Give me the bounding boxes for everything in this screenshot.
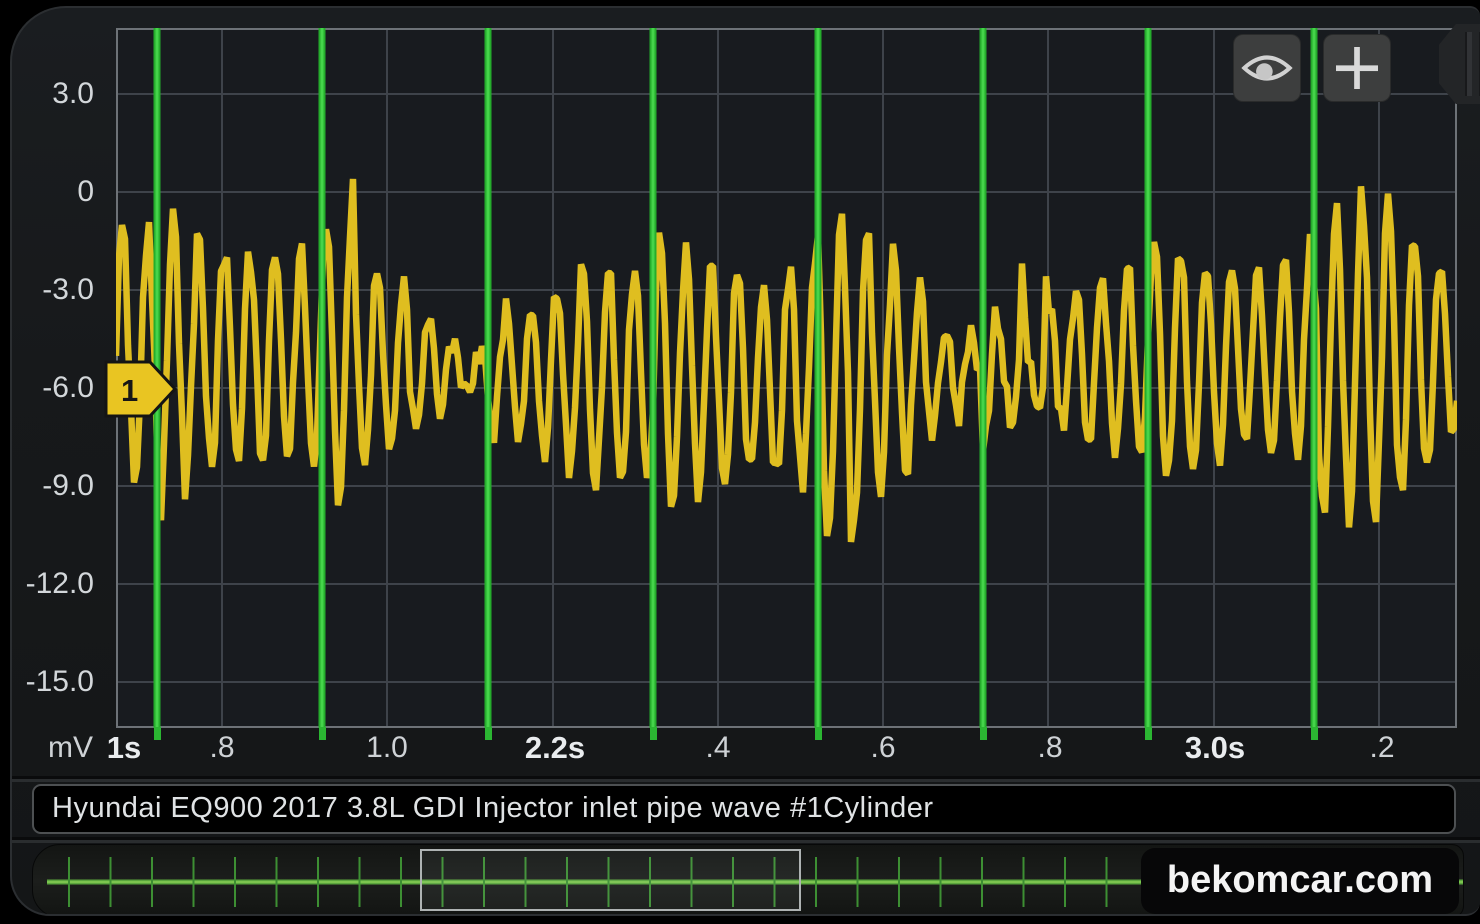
x-tick-label: .6 (870, 726, 895, 770)
oscilloscope-app: 3.0 0 -3.0 -6.0 -9.0 -12.0 -15.0 1s .8 1.0 2.2s .4… (10, 6, 1480, 916)
divider (12, 837, 1480, 840)
y-tick-label: -3.0 (12, 275, 94, 305)
overview-selection-window[interactable] (420, 849, 801, 911)
channel-marker-label: 1 (121, 373, 138, 408)
y-tick-label: -9.0 (12, 471, 94, 501)
eye-icon (1239, 40, 1295, 96)
trigger-tick (980, 727, 987, 740)
add-button[interactable] (1324, 35, 1390, 101)
watermark-label: bekomcar.com (1141, 848, 1459, 914)
y-axis-unit-label: mV (48, 726, 93, 770)
x-tick-label: 2.2s (525, 726, 585, 770)
trigger-tick (650, 727, 657, 740)
x-tick-label: 1.0 (366, 726, 408, 770)
x-tick-label: 1s (107, 726, 141, 770)
plus-icon (1329, 40, 1385, 96)
x-tick-label: .8 (209, 726, 234, 770)
trigger-tick (1311, 727, 1318, 740)
trigger-tick (1145, 727, 1152, 740)
y-tick-label: -12.0 (12, 569, 94, 599)
x-tick-label: 3.0s (1185, 726, 1245, 770)
divider (12, 776, 1480, 779)
y-tick-label: 3.0 (12, 79, 94, 109)
x-tick-label: .8 (1037, 726, 1062, 770)
waveform-title-text: Hyundai EQ900 2017 3.8L GDI Injector inl… (34, 786, 1454, 831)
channel-marker-arrow-icon: 1 (104, 360, 178, 418)
y-tick-label: 0 (12, 177, 94, 207)
y-tick-label: -15.0 (12, 667, 94, 697)
y-tick-label: -6.0 (12, 373, 94, 403)
handle-ridge (1465, 32, 1472, 96)
waveform-plot[interactable] (116, 28, 1457, 728)
trigger-tick (319, 727, 326, 740)
timeline-overview-strip[interactable]: bekomcar.com (32, 844, 1464, 916)
waveform-title-bar[interactable]: Hyundai EQ900 2017 3.8L GDI Injector inl… (32, 784, 1456, 834)
x-axis-labels: 1s .8 1.0 2.2s .4 .6 .8 3.0s .2 (12, 726, 1480, 772)
trigger-tick (485, 727, 492, 740)
channel-1-marker[interactable]: 1 (104, 360, 178, 418)
visibility-eye-button[interactable] (1234, 35, 1300, 101)
x-tick-label: .2 (1369, 726, 1394, 770)
y-axis-labels: 3.0 0 -3.0 -6.0 -9.0 -12.0 -15.0 (12, 8, 104, 728)
trigger-tick (154, 727, 161, 740)
x-tick-label: .4 (705, 726, 730, 770)
trigger-tick (815, 727, 822, 740)
